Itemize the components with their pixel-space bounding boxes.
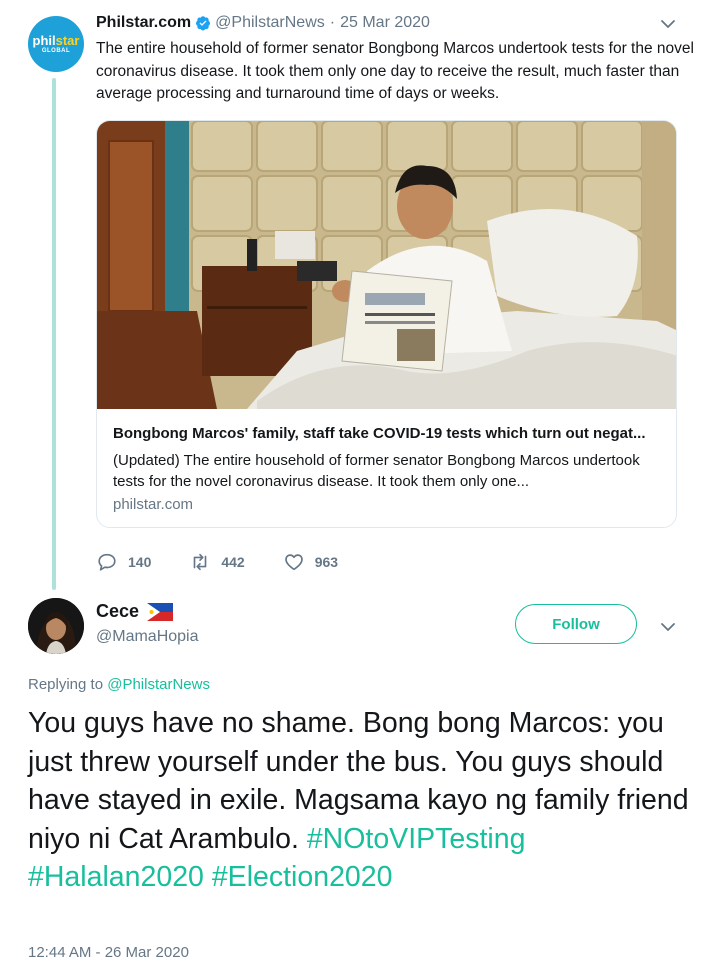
link-card[interactable]: Bongbong Marcos' family, staff take COVI… <box>96 120 677 528</box>
verified-badge-icon <box>195 15 211 31</box>
tweet-actions: 140 442 963 <box>96 550 376 574</box>
replying-mention-link[interactable]: @PhilstarNews <box>107 676 210 693</box>
reply-text: You guys have no shame. Bong bong Marcos… <box>28 704 708 897</box>
author-handle[interactable]: @PhilstarNews <box>215 14 325 32</box>
replying-prefix: Replying to <box>28 676 104 693</box>
tweet-text: The entire household of former senator B… <box>96 40 694 102</box>
reply-menu-chevron-down-icon[interactable] <box>658 617 678 637</box>
author-name[interactable]: Philstar.com <box>96 14 191 32</box>
retweet-icon <box>194 553 207 571</box>
separator-dot: · <box>329 14 336 31</box>
reply-icon <box>98 553 116 571</box>
reply-action[interactable]: 140 <box>96 551 151 573</box>
heart-icon <box>284 554 303 571</box>
hashtag-link[interactable]: #Halalan2020 <box>28 861 204 893</box>
replying-to: Replying to @PhilstarNews <box>28 676 210 693</box>
reply-author[interactable]: Cece <box>96 601 174 622</box>
thread-line <box>52 78 56 590</box>
reply-count: 140 <box>128 554 152 570</box>
tweet-header: Philstar.com @PhilstarNews · 25 Mar 2020 <box>96 12 430 34</box>
card-domain: philstar.com <box>113 496 194 513</box>
reply-author-handle[interactable]: @MamaHopia <box>96 628 199 646</box>
philippines-flag-icon <box>147 602 174 621</box>
card-title[interactable]: Bongbong Marcos' family, staff take COVI… <box>113 425 668 442</box>
like-action[interactable]: 963 <box>283 551 338 573</box>
retweet-count: 442 <box>221 554 245 570</box>
card-photo <box>97 121 676 409</box>
philstar-logo: philstar <box>32 33 80 48</box>
hashtag-link[interactable]: #Election2020 <box>212 861 393 893</box>
follow-button[interactable]: Follow <box>515 604 637 644</box>
cece-avatar[interactable] <box>28 598 84 654</box>
reply-timestamp[interactable]: 12:44 AM - 26 Mar 2020 <box>28 944 189 961</box>
philstar-avatar[interactable]: philstar GLOBAL <box>28 16 84 72</box>
hashtag-link[interactable]: #NOtoVIPTesting <box>307 823 526 855</box>
tweet-menu-chevron-down-icon[interactable] <box>658 14 678 34</box>
philstar-logo-sub: GLOBAL <box>41 48 71 54</box>
like-count: 963 <box>314 554 339 570</box>
reply-author-name: Cece <box>96 601 140 621</box>
card-description: (Updated) The entire household of former… <box>113 452 640 490</box>
tweet-date[interactable]: 25 Mar 2020 <box>340 14 430 32</box>
retweet-action[interactable]: 442 <box>189 551 245 573</box>
